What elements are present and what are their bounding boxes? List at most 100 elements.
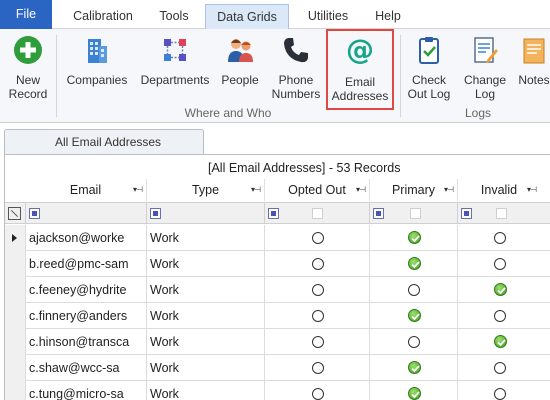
cell-type[interactable]: Work bbox=[146, 251, 264, 277]
unchecked-circle-icon[interactable] bbox=[312, 336, 324, 348]
cell-invalid[interactable] bbox=[457, 381, 540, 400]
cell-type[interactable]: Work bbox=[146, 277, 264, 303]
column-pin-icon[interactable]: ▾⊣ bbox=[251, 179, 261, 201]
column-header-opted-out[interactable]: Opted Out ▾⊣ bbox=[264, 179, 369, 201]
table-row[interactable]: c.feeney@hydrite Work bbox=[5, 277, 550, 303]
filter-operator-icon[interactable] bbox=[29, 208, 40, 219]
table-row[interactable]: c.shaw@wcc-sa Work bbox=[5, 355, 550, 381]
unchecked-circle-icon[interactable] bbox=[408, 284, 420, 296]
cell-type[interactable]: Work bbox=[146, 303, 264, 329]
cell-opted-out[interactable] bbox=[264, 355, 369, 381]
unchecked-circle-icon[interactable] bbox=[312, 310, 324, 322]
column-pin-icon[interactable]: ▾⊣ bbox=[444, 179, 454, 201]
departments-button[interactable]: Departments bbox=[138, 33, 212, 105]
table-row[interactable]: ajackson@worke Work bbox=[5, 225, 550, 251]
cell-primary[interactable] bbox=[369, 225, 457, 251]
checkmark-icon[interactable] bbox=[494, 283, 507, 296]
cell-email[interactable]: c.shaw@wcc-sa bbox=[25, 355, 146, 381]
cell-email[interactable]: ajackson@worke bbox=[25, 225, 146, 251]
companies-button[interactable]: Companies bbox=[62, 33, 132, 105]
menu-tools[interactable]: Tools bbox=[150, 4, 198, 29]
unchecked-circle-icon[interactable] bbox=[494, 362, 506, 374]
table-row[interactable]: b.reed@pmc-sam Work bbox=[5, 251, 550, 277]
menu-file[interactable]: File bbox=[0, 0, 52, 29]
check-out-log-button[interactable]: Check Out Log bbox=[403, 33, 455, 105]
column-header-email[interactable]: Email ▾⊣ bbox=[25, 179, 146, 201]
filter-clear-icon[interactable] bbox=[8, 207, 21, 220]
cell-email[interactable]: b.reed@pmc-sam bbox=[25, 251, 146, 277]
cell-invalid[interactable] bbox=[457, 251, 540, 277]
filter-opted-out[interactable] bbox=[264, 203, 369, 223]
filter-operator-icon[interactable] bbox=[373, 208, 384, 219]
filter-type[interactable] bbox=[146, 203, 264, 223]
new-record-button[interactable]: New Record bbox=[4, 33, 52, 105]
checkmark-icon[interactable] bbox=[494, 335, 507, 348]
unchecked-circle-icon[interactable] bbox=[494, 258, 506, 270]
column-header-primary[interactable]: Primary ▾⊣ bbox=[369, 179, 457, 201]
cell-invalid[interactable] bbox=[457, 329, 540, 355]
filter-primary[interactable] bbox=[369, 203, 457, 223]
checkmark-icon[interactable] bbox=[408, 257, 421, 270]
cell-primary[interactable] bbox=[369, 303, 457, 329]
filter-email[interactable] bbox=[25, 203, 146, 223]
checkmark-icon[interactable] bbox=[408, 361, 421, 374]
unchecked-circle-icon[interactable] bbox=[312, 232, 324, 244]
unchecked-circle-icon[interactable] bbox=[312, 284, 324, 296]
unchecked-circle-icon[interactable] bbox=[312, 258, 324, 270]
phone-numbers-button[interactable]: Phone Numbers bbox=[268, 33, 324, 105]
cell-opted-out[interactable] bbox=[264, 277, 369, 303]
checkmark-icon[interactable] bbox=[408, 387, 421, 400]
tab-all-email-addresses[interactable]: All Email Addresses bbox=[4, 129, 204, 155]
row-selector[interactable] bbox=[5, 225, 25, 251]
cell-invalid[interactable] bbox=[457, 355, 540, 381]
cell-email[interactable]: c.hinson@transca bbox=[25, 329, 146, 355]
checkmark-icon[interactable] bbox=[408, 231, 421, 244]
menu-calibration[interactable]: Calibration bbox=[62, 4, 144, 29]
filter-checkbox[interactable] bbox=[312, 208, 323, 219]
filter-checkbox[interactable] bbox=[410, 208, 421, 219]
table-row[interactable]: c.hinson@transca Work bbox=[5, 329, 550, 355]
filter-operator-icon[interactable] bbox=[268, 208, 279, 219]
cell-primary[interactable] bbox=[369, 329, 457, 355]
column-pin-icon[interactable]: ▾⊣ bbox=[356, 179, 366, 201]
cell-opted-out[interactable] bbox=[264, 303, 369, 329]
row-selector[interactable] bbox=[5, 329, 25, 355]
unchecked-circle-icon[interactable] bbox=[408, 336, 420, 348]
filter-operator-icon[interactable] bbox=[461, 208, 472, 219]
change-log-button[interactable]: Change Log bbox=[459, 33, 511, 105]
people-button[interactable]: People bbox=[216, 33, 264, 105]
table-row[interactable]: c.tung@micro-sa Work bbox=[5, 381, 550, 400]
row-selector[interactable] bbox=[5, 355, 25, 381]
column-pin-icon[interactable]: ▾⊣ bbox=[133, 179, 143, 201]
cell-primary[interactable] bbox=[369, 277, 457, 303]
notes-button[interactable]: Notes bbox=[512, 33, 550, 105]
filter-checkbox[interactable] bbox=[496, 208, 507, 219]
cell-primary[interactable] bbox=[369, 355, 457, 381]
unchecked-circle-icon[interactable] bbox=[494, 232, 506, 244]
filter-invalid[interactable] bbox=[457, 203, 540, 223]
table-row[interactable]: c.finnery@anders Work bbox=[5, 303, 550, 329]
row-selector[interactable] bbox=[5, 277, 25, 303]
filter-operator-icon[interactable] bbox=[150, 208, 161, 219]
cell-opted-out[interactable] bbox=[264, 251, 369, 277]
unchecked-circle-icon[interactable] bbox=[312, 388, 324, 400]
cell-primary[interactable] bbox=[369, 381, 457, 400]
unchecked-circle-icon[interactable] bbox=[494, 388, 506, 400]
menu-data-grids[interactable]: Data Grids bbox=[205, 4, 289, 30]
email-addresses-button[interactable]: @ Email Addresses bbox=[326, 29, 394, 110]
unchecked-circle-icon[interactable] bbox=[312, 362, 324, 374]
column-header-invalid[interactable]: Invalid ▾⊣ bbox=[457, 179, 540, 201]
cell-email[interactable]: c.tung@micro-sa bbox=[25, 381, 146, 400]
cell-opted-out[interactable] bbox=[264, 381, 369, 400]
column-pin-icon[interactable]: ▾⊣ bbox=[527, 179, 537, 201]
row-selector[interactable] bbox=[5, 381, 25, 400]
cell-invalid[interactable] bbox=[457, 277, 540, 303]
menu-utilities[interactable]: Utilities bbox=[296, 4, 360, 29]
cell-type[interactable]: Work bbox=[146, 329, 264, 355]
row-selector[interactable] bbox=[5, 303, 25, 329]
cell-email[interactable]: c.finnery@anders bbox=[25, 303, 146, 329]
cell-opted-out[interactable] bbox=[264, 225, 369, 251]
checkmark-icon[interactable] bbox=[408, 309, 421, 322]
unchecked-circle-icon[interactable] bbox=[494, 310, 506, 322]
cell-type[interactable]: Work bbox=[146, 355, 264, 381]
